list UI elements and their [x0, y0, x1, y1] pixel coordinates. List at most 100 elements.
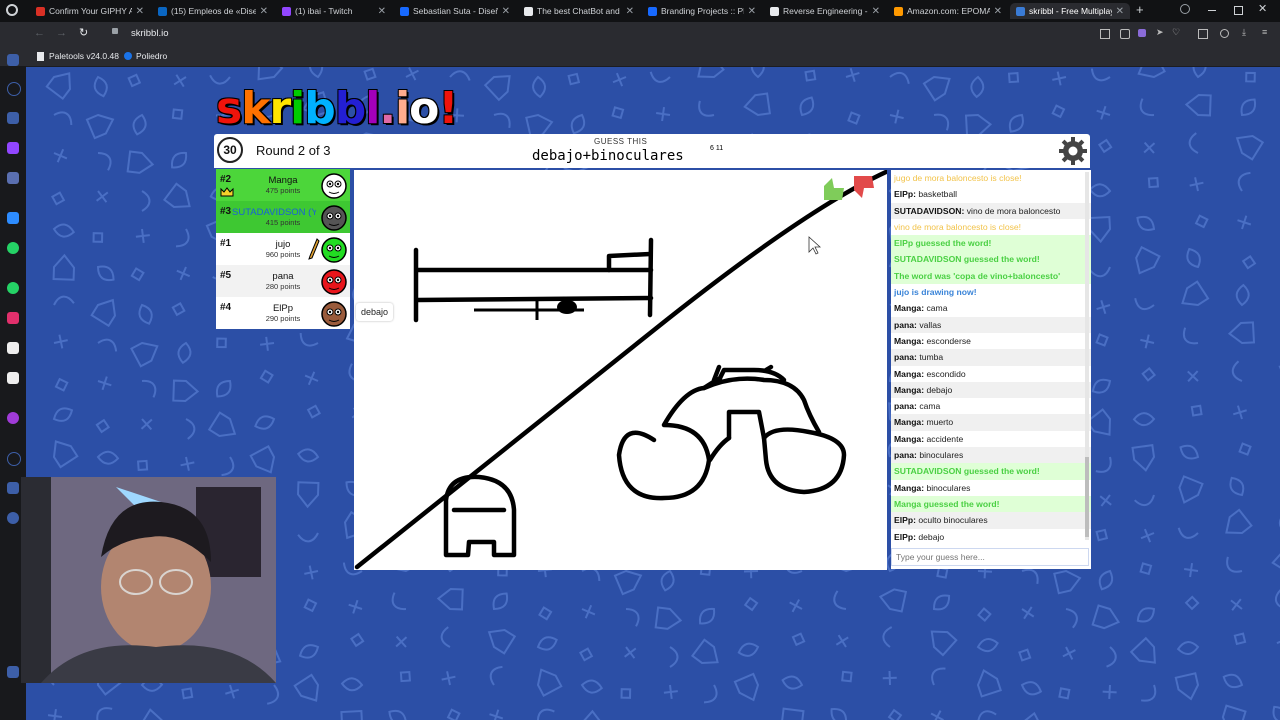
logo-letter: ! [438, 83, 458, 134]
chat-message: Manga guessed the word! [891, 495, 1091, 513]
sidebar-tiktok-icon[interactable] [7, 342, 19, 354]
new-tab-button[interactable]: + [1136, 2, 1144, 17]
tab-close-icon[interactable]: ✕ [378, 6, 386, 17]
player-row[interactable]: #4 ElPp 290 points [216, 297, 350, 329]
player-guess-tooltip: debajo [356, 303, 394, 321]
player-avatar [321, 237, 347, 263]
menu-icon[interactable]: ≡ [1262, 27, 1267, 37]
screenshot-icon[interactable] [1120, 29, 1130, 39]
tab-close-icon[interactable]: ✕ [994, 6, 1002, 17]
url-text[interactable]: skribbl.io [131, 28, 169, 39]
thumbs-down-icon[interactable] [854, 176, 874, 198]
sidebar-x-icon[interactable] [7, 372, 19, 384]
chat-text: vallas [919, 319, 942, 330]
profile-icon[interactable] [1220, 29, 1229, 38]
chat-author: Manga: [894, 335, 925, 346]
player-row[interactable]: #2 Manga 475 points [216, 169, 350, 201]
tab-title: Sebastian Suta - Diseña [413, 6, 498, 16]
sidebar-more-icon[interactable] [7, 666, 19, 678]
tab-title: (1) ibai - Twitch [295, 6, 353, 16]
player-avatar [321, 301, 347, 327]
browser-tab[interactable]: (15) Empleos de «Diseñ ✕ [152, 3, 274, 19]
back-icon[interactable]: ← [34, 27, 45, 39]
player-avatar [321, 269, 347, 295]
sidebar-bag-icon[interactable] [7, 112, 19, 124]
player-row[interactable]: #3 SUTADAVIDSON (Yo 415 points [216, 201, 350, 233]
browser-tab[interactable]: Reverse Engineering - S ✕ [764, 3, 886, 19]
chat-text: muerto [926, 417, 954, 428]
download-icon[interactable]: ⤓ [1242, 27, 1246, 38]
sidebar-whatsapp-icon[interactable] [7, 242, 19, 254]
tab-close-icon[interactable]: ✕ [1116, 6, 1124, 17]
chat-message: pana: tumba [891, 349, 1091, 366]
chat-text: debajo [926, 384, 953, 395]
browser-tab[interactable]: Sebastian Suta - Diseña ✕ [394, 3, 516, 19]
sidebar-box-icon[interactable] [7, 482, 19, 494]
minimize-button[interactable] [1208, 10, 1216, 11]
browser-tab[interactable]: skribbl - Free Multiplaye ✕ [1010, 3, 1130, 19]
settings-gear-icon[interactable] [1058, 136, 1088, 166]
sidebar-calendar-icon[interactable] [7, 172, 19, 184]
browser-tab-bar: Confirm Your GIPHY Acc✕(15) Empleos de «… [0, 0, 1280, 22]
reload-icon[interactable]: ↻ [79, 26, 88, 39]
chat-text: esconderse [926, 335, 971, 346]
sidebar-music-icon[interactable] [7, 412, 19, 424]
tab-close-icon[interactable]: ✕ [260, 6, 268, 17]
heart-icon[interactable]: ♡ [1172, 27, 1180, 38]
browser-tab[interactable]: Branding Projects :: Pho ✕ [642, 3, 762, 19]
bookmark-poliedro[interactable]: Poliedro [136, 51, 167, 61]
close-window-button[interactable]: ✕ [1258, 2, 1267, 15]
bookmark-poliedro-icon [124, 52, 132, 60]
player-avatar [321, 205, 347, 231]
browser-tab[interactable]: Confirm Your GIPHY Acc ✕ [30, 3, 150, 19]
sidebar-settings-icon[interactable] [7, 512, 19, 524]
tab-favicon-icon [36, 6, 45, 16]
send-icon[interactable]: ➤ [1156, 27, 1164, 38]
sidebar-instagram-icon[interactable] [7, 312, 19, 324]
chat-scrollbar[interactable] [1085, 172, 1089, 540]
chat-text: cama [919, 401, 941, 412]
extension-icon[interactable] [1138, 29, 1146, 37]
tab-close-icon[interactable]: ✕ [748, 6, 756, 17]
drawing-canvas[interactable] [354, 169, 889, 570]
timer-clock: 30 [217, 137, 243, 163]
chat-message: Manga: esconderse [891, 333, 1091, 349]
maximize-button[interactable] [1234, 6, 1243, 15]
search-tabs-icon[interactable] [1180, 4, 1190, 14]
sidebar-history-icon[interactable] [7, 82, 21, 96]
thumbs-up-icon[interactable] [824, 178, 844, 200]
chat-author: Manga: [894, 482, 925, 493]
chat-message: jugo de mora baloncesto is close! [891, 170, 1091, 187]
mouse-cursor-icon [808, 236, 822, 255]
sidebar-whatsapp2-icon[interactable] [7, 282, 19, 294]
chat-message: ElPp guessed the word! [891, 235, 1091, 252]
forward-icon[interactable]: → [56, 27, 67, 39]
browser-tab[interactable]: The best ChatBot and W ✕ [518, 3, 640, 19]
browser-tab[interactable]: (1) ibai - Twitch ✕ [276, 3, 392, 19]
player-row[interactable]: #1 jujo 960 points [216, 233, 350, 265]
chat-input[interactable] [891, 548, 1089, 566]
chat-message: pana: binoculares [891, 447, 1091, 464]
drawing [354, 169, 889, 570]
share-icon[interactable] [1100, 29, 1110, 39]
sidebar-gamepad-icon[interactable] [7, 54, 19, 66]
chat-scroll-thumb[interactable] [1085, 457, 1089, 537]
chat-author: Manga: [894, 368, 925, 379]
bookmark-paletools[interactable]: Paletools v24.0.48 [49, 51, 119, 61]
tab-favicon-icon [158, 6, 167, 16]
webcam-overlay [21, 477, 276, 683]
player-avatar [321, 173, 347, 199]
browser-tab[interactable]: Amazon.com: EPOMAKE ✕ [888, 3, 1008, 19]
tab-favicon-icon [524, 6, 533, 16]
tab-close-icon[interactable]: ✕ [872, 6, 880, 17]
tab-close-icon[interactable]: ✕ [136, 6, 144, 17]
sidebar-triangle-icon[interactable] [7, 212, 19, 224]
chat-message: Manga: debajo [891, 381, 1091, 399]
chat-text: tumba [919, 352, 944, 363]
sidebar-clock-icon[interactable] [7, 452, 21, 466]
tab-close-icon[interactable]: ✕ [502, 6, 510, 17]
tab-close-icon[interactable]: ✕ [626, 6, 634, 17]
player-row[interactable]: #5 pana 280 points [216, 265, 350, 297]
cube-icon[interactable] [1198, 29, 1208, 39]
sidebar-twitch-icon[interactable] [7, 142, 19, 154]
